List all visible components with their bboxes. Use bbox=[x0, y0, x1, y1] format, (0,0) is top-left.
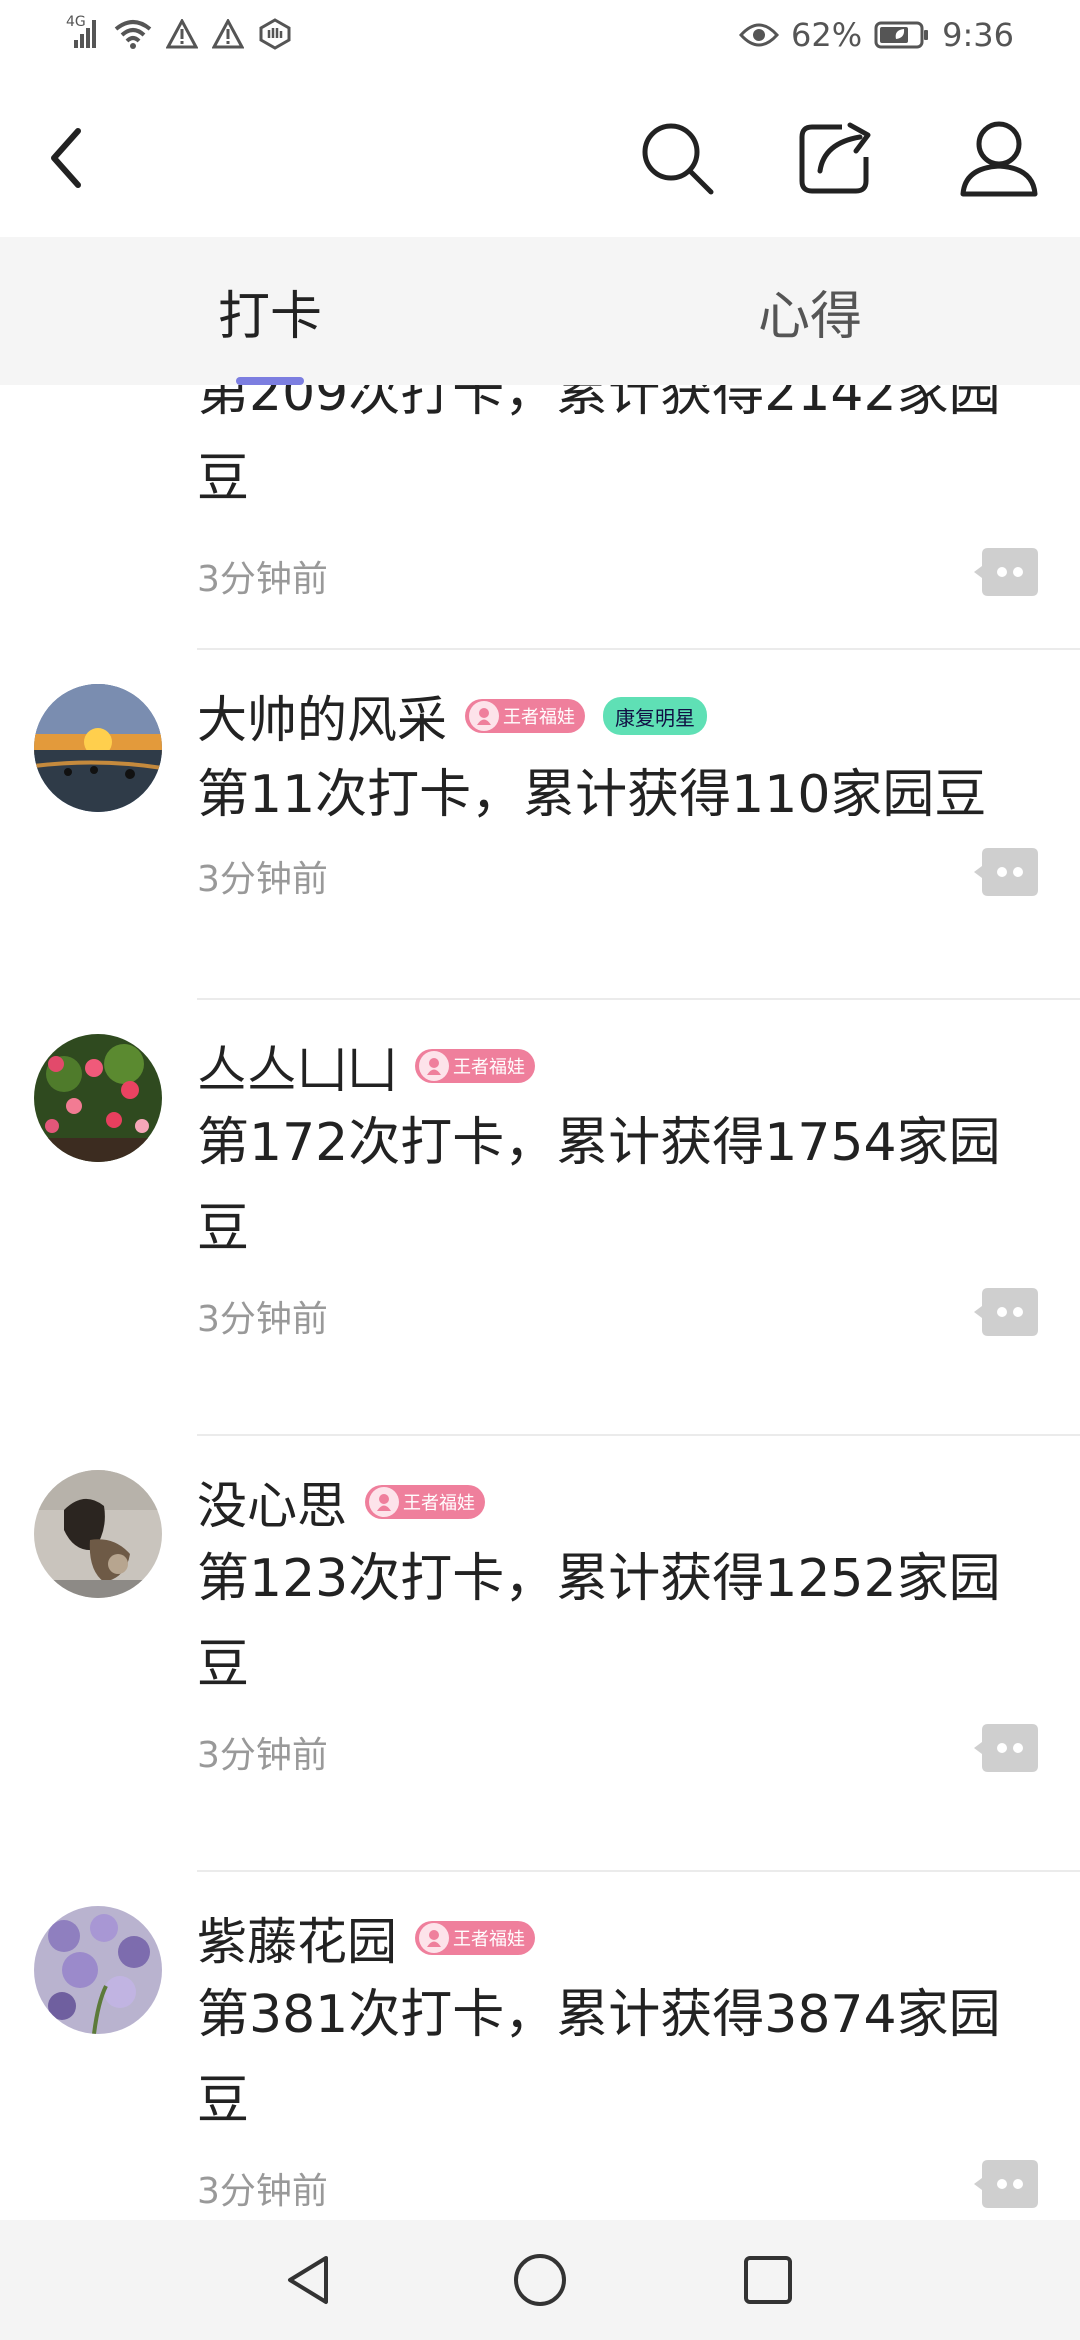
user-icon bbox=[960, 121, 1038, 197]
battery-percent: 62% bbox=[791, 16, 863, 54]
comment-icon bbox=[974, 1288, 1038, 1336]
avatar[interactable] bbox=[34, 1470, 162, 1598]
comment-button[interactable] bbox=[972, 844, 1040, 900]
username[interactable]: 没心思 bbox=[197, 1466, 347, 1538]
badge-star: 康复明星 bbox=[603, 697, 707, 735]
post-time: 3分钟前 bbox=[197, 1735, 328, 1776]
post-time: 3分钟前 bbox=[197, 2171, 328, 2212]
comment-icon bbox=[974, 1724, 1038, 1772]
share-icon bbox=[799, 122, 871, 194]
network-type: 4G bbox=[66, 14, 86, 30]
comment-icon bbox=[974, 548, 1038, 596]
status-left-icons: 4G bbox=[66, 14, 292, 52]
user-info-row: 大帅的风采 王者福娃 康复明星 bbox=[197, 680, 707, 752]
list-item: 紫藤花园 王者福娃 第381次打卡，累计获得3874家园 豆 3分钟前 bbox=[0, 1872, 1080, 2220]
square-recents-icon bbox=[744, 2256, 792, 2304]
system-home-button[interactable] bbox=[510, 2250, 570, 2310]
share-button[interactable] bbox=[790, 113, 880, 203]
user-info-row: 没心思 王者福娃 bbox=[197, 1466, 485, 1538]
username[interactable]: 亼亼凵凵 bbox=[197, 1030, 397, 1102]
status-right-icons: 62% 9:36 bbox=[739, 16, 1014, 54]
post-text: 第381次打卡，累计获得3874家园 豆 bbox=[197, 1985, 1001, 2131]
circle-home-icon bbox=[514, 2254, 566, 2306]
comment-button[interactable] bbox=[972, 1284, 1040, 1340]
system-navigation-bar bbox=[0, 2220, 1080, 2340]
cell-signal-icon: 4G bbox=[66, 14, 100, 52]
doll-icon bbox=[369, 1487, 399, 1517]
comment-icon bbox=[974, 2160, 1038, 2208]
comment-button[interactable] bbox=[972, 544, 1040, 600]
badge-king: 王者福娃 bbox=[415, 1049, 535, 1083]
avatar[interactable] bbox=[34, 1034, 162, 1162]
username[interactable]: 大帅的风采 bbox=[197, 680, 447, 752]
post-text: 第11次打卡，累计获得110家园豆 bbox=[197, 765, 987, 825]
doll-icon bbox=[419, 1051, 449, 1081]
post-time: 3分钟前 bbox=[197, 859, 328, 900]
list-item: 亼亼凵凵 王者福娃 第172次打卡，累计获得1754家园 豆 3分钟前 bbox=[0, 1000, 1080, 1436]
post-text: 第123次打卡，累计获得1252家园 豆 bbox=[197, 1549, 1001, 1695]
profile-button[interactable] bbox=[954, 113, 1044, 203]
tab-bar: 打卡 心得 bbox=[0, 237, 1080, 385]
username[interactable]: 紫藤花园 bbox=[197, 1902, 397, 1974]
list-item: 没心思 王者福娃 第123次打卡，累计获得1252家园 豆 3分钟前 bbox=[0, 1436, 1080, 1872]
tab-notes[interactable]: 心得 bbox=[710, 237, 910, 385]
tab-checkin[interactable]: 打卡 bbox=[170, 237, 370, 385]
badge-king: 王者福娃 bbox=[365, 1485, 485, 1519]
system-back-button[interactable] bbox=[278, 2250, 338, 2310]
checkin-feed[interactable]: 第209次打卡，累计获得2142家园 豆 3分钟前 大帅的风采 王者福娃 康复明… bbox=[0, 385, 1080, 2220]
clock: 9:36 bbox=[942, 16, 1014, 54]
battery-icon bbox=[874, 20, 930, 50]
post-time: 3分钟前 bbox=[197, 1299, 328, 1340]
user-info-row: 亼亼凵凵 王者福娃 bbox=[197, 1030, 535, 1102]
chevron-left-icon bbox=[51, 128, 81, 188]
list-item: 第209次打卡，累计获得2142家园 豆 3分钟前 bbox=[0, 385, 1080, 650]
post-time: 3分钟前 bbox=[197, 559, 328, 600]
hand-shield-icon bbox=[258, 18, 292, 50]
top-navigation-bar bbox=[0, 75, 1080, 237]
list-item: 大帅的风采 王者福娃 康复明星 第11次打卡，累计获得110家园豆 3分钟前 bbox=[0, 650, 1080, 1000]
user-info-row: 紫藤花园 王者福娃 bbox=[197, 1902, 535, 1974]
avatar[interactable] bbox=[34, 684, 162, 812]
warning-icon bbox=[166, 19, 198, 49]
search-icon bbox=[642, 123, 714, 195]
badge-king: 王者福娃 bbox=[415, 1921, 535, 1955]
avatar[interactable] bbox=[34, 1906, 162, 2034]
doll-icon bbox=[419, 1923, 449, 1953]
post-text: 第209次打卡，累计获得2142家园 豆 bbox=[197, 385, 1001, 509]
active-tab-indicator bbox=[236, 377, 304, 385]
comment-button[interactable] bbox=[972, 1720, 1040, 1776]
warning-icon bbox=[212, 19, 244, 49]
post-text: 第172次打卡，累计获得1754家园 豆 bbox=[197, 1113, 1001, 1259]
status-bar: 4G 62% 9:36 bbox=[0, 0, 1080, 75]
triangle-back-icon bbox=[288, 2256, 328, 2304]
system-recents-button[interactable] bbox=[738, 2250, 798, 2310]
eye-icon bbox=[739, 21, 780, 49]
comment-icon bbox=[974, 848, 1038, 896]
wifi-icon bbox=[114, 17, 152, 51]
comment-button[interactable] bbox=[972, 2156, 1040, 2212]
badge-king: 王者福娃 bbox=[465, 699, 585, 733]
back-button[interactable] bbox=[22, 113, 112, 203]
tab-notes-label: 心得 bbox=[757, 286, 862, 347]
doll-icon bbox=[469, 701, 499, 731]
search-button[interactable] bbox=[632, 113, 722, 203]
tab-checkin-label: 打卡 bbox=[217, 286, 322, 347]
